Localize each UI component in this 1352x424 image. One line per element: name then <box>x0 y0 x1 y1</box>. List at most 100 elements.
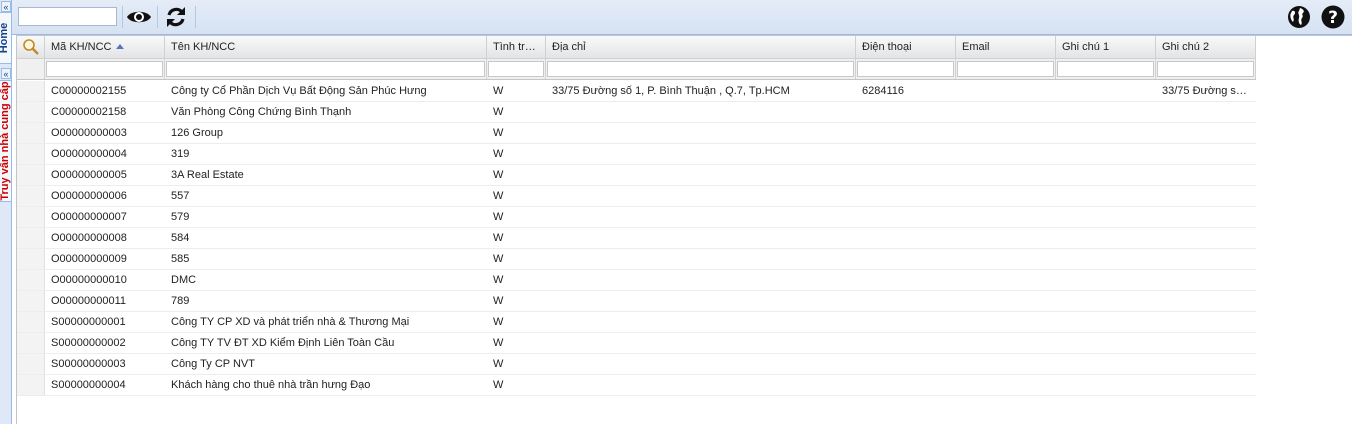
collapse-query-button[interactable]: « <box>1 68 11 79</box>
table-row[interactable]: O00000000007 579 W <box>17 207 1256 228</box>
cell-address <box>546 354 856 374</box>
table-row[interactable]: S00000000001 Công TY CP XD và phát triển … <box>17 312 1256 333</box>
cell-note2 <box>1156 123 1256 143</box>
cell-phone: 6284116 <box>862 85 905 97</box>
filter-input-email[interactable] <box>957 61 1054 77</box>
cell-name: DMC <box>171 274 197 286</box>
filter-cell-address <box>546 59 856 79</box>
help-icon: ? <box>1321 5 1345 29</box>
row-header[interactable] <box>17 102 45 122</box>
cell-note1 <box>1056 165 1156 185</box>
cell-code: O00000000008 <box>51 232 127 244</box>
cell-note1 <box>1056 81 1156 101</box>
language-button[interactable] <box>1287 5 1311 29</box>
cell-code: S00000000002 <box>51 337 126 349</box>
row-header[interactable] <box>17 186 45 206</box>
cell-address <box>546 207 856 227</box>
filter-cell-code <box>45 59 165 79</box>
search-column-header[interactable] <box>17 36 45 58</box>
cell-phone <box>856 249 956 269</box>
cell-phone <box>856 228 956 248</box>
row-header[interactable] <box>17 81 45 101</box>
cell-name: 3A Real Estate <box>171 169 244 181</box>
table-row[interactable]: O00000000005 3A Real Estate W <box>17 165 1256 186</box>
cell-code: O00000000005 <box>51 169 127 181</box>
sort-asc-icon <box>115 43 124 49</box>
table-row[interactable]: O00000000006 557 W <box>17 186 1256 207</box>
cell-address <box>546 165 856 185</box>
cell-status: W <box>493 316 504 328</box>
row-header[interactable] <box>17 270 45 290</box>
row-header[interactable] <box>17 291 45 311</box>
cell-email <box>956 333 1056 353</box>
table-row[interactable]: S00000000004 Khách hàng cho thuê nhà trần… <box>17 375 1256 396</box>
table-row[interactable]: S00000000002 Công TY TV ĐT XD Kiểm Định L… <box>17 333 1256 354</box>
table-row[interactable]: O00000000003 126 Group W <box>17 123 1256 144</box>
filter-input-code[interactable] <box>46 61 163 77</box>
cell-phone <box>856 375 956 395</box>
col-header-status[interactable]: Tình trạng <box>487 36 546 58</box>
col-header-name[interactable]: Tên KH/NCC <box>165 36 487 58</box>
tab-supplier-query-label: Truy vấn nhà cung cấp <box>0 81 11 201</box>
table-row[interactable]: O00000000004 319 W <box>17 144 1256 165</box>
customer-grid: Mã KH/NCC Tên KH/NCC Tình trạng Địa chỉ … <box>16 35 1352 424</box>
row-header[interactable] <box>17 249 45 269</box>
tab-home[interactable]: Home <box>0 12 12 64</box>
filter-input-note1[interactable] <box>1057 61 1154 77</box>
cell-name: Văn Phòng Công Chứng Bình Thạnh <box>171 106 352 118</box>
cell-email <box>956 312 1056 332</box>
table-row[interactable]: O00000000009 585 W <box>17 249 1256 270</box>
cell-name: Công TY CP XD và phát triển nhà & Thương… <box>171 316 410 328</box>
filter-input-phone[interactable] <box>857 61 954 77</box>
filter-input-status[interactable] <box>488 61 544 77</box>
table-row[interactable]: C00000002158 Văn Phòng Công Chứng Bình Th… <box>17 102 1256 123</box>
toolbar-separator <box>195 6 196 28</box>
cell-note2 <box>1156 165 1256 185</box>
row-header[interactable] <box>17 375 45 395</box>
row-header[interactable] <box>17 312 45 332</box>
magnifier-icon <box>23 39 39 55</box>
row-header[interactable] <box>17 123 45 143</box>
cell-phone <box>856 333 956 353</box>
view-button[interactable] <box>125 3 153 31</box>
filter-input-address[interactable] <box>547 61 854 77</box>
col-header-note1[interactable]: Ghi chú 1 <box>1056 36 1156 58</box>
cell-name: 585 <box>171 253 190 265</box>
table-row[interactable]: C00000002155 Công ty Cổ Phần Dịch Vụ Bất … <box>17 81 1256 102</box>
refresh-button[interactable] <box>162 3 190 31</box>
row-header[interactable] <box>17 207 45 227</box>
cell-status: W <box>493 337 504 349</box>
help-button[interactable]: ? <box>1321 5 1345 29</box>
table-row[interactable]: O00000000010 DMC W <box>17 270 1256 291</box>
table-row[interactable]: O00000000011 789 W <box>17 291 1256 312</box>
col-header-email[interactable]: Email <box>956 36 1056 58</box>
row-header[interactable] <box>17 144 45 164</box>
cell-address <box>546 123 856 143</box>
cell-code: O00000000004 <box>51 148 127 160</box>
col-header-address[interactable]: Địa chỉ <box>546 36 856 58</box>
cell-note2 <box>1156 249 1256 269</box>
filter-input-note2[interactable] <box>1157 61 1254 77</box>
row-header[interactable] <box>17 228 45 248</box>
filter-input-name[interactable] <box>166 61 485 77</box>
cell-status: W <box>493 232 504 244</box>
row-header[interactable] <box>17 165 45 185</box>
cell-name: Khách hàng cho thuê nhà trần hưng Đạo <box>171 379 371 391</box>
cell-note1 <box>1056 123 1156 143</box>
cell-phone <box>856 186 956 206</box>
table-row[interactable]: S00000000003 Công Ty CP NVT W <box>17 354 1256 375</box>
cell-code: O00000000009 <box>51 253 127 265</box>
col-header-note2[interactable]: Ghi chú 2 <box>1156 36 1256 58</box>
cell-address <box>546 375 856 395</box>
cell-status: W <box>493 295 504 307</box>
cell-status: W <box>493 379 504 391</box>
search-input[interactable] <box>18 7 117 26</box>
col-header-code[interactable]: Mã KH/NCC <box>45 36 165 58</box>
table-row[interactable]: O00000000008 584 W <box>17 228 1256 249</box>
cell-note2 <box>1156 186 1256 206</box>
row-header[interactable] <box>17 333 45 353</box>
cell-note1 <box>1056 354 1156 374</box>
tab-supplier-query[interactable]: Truy vấn nhà cung cấp <box>0 80 12 202</box>
col-header-phone[interactable]: Điện thoại <box>856 36 956 58</box>
row-header[interactable] <box>17 354 45 374</box>
